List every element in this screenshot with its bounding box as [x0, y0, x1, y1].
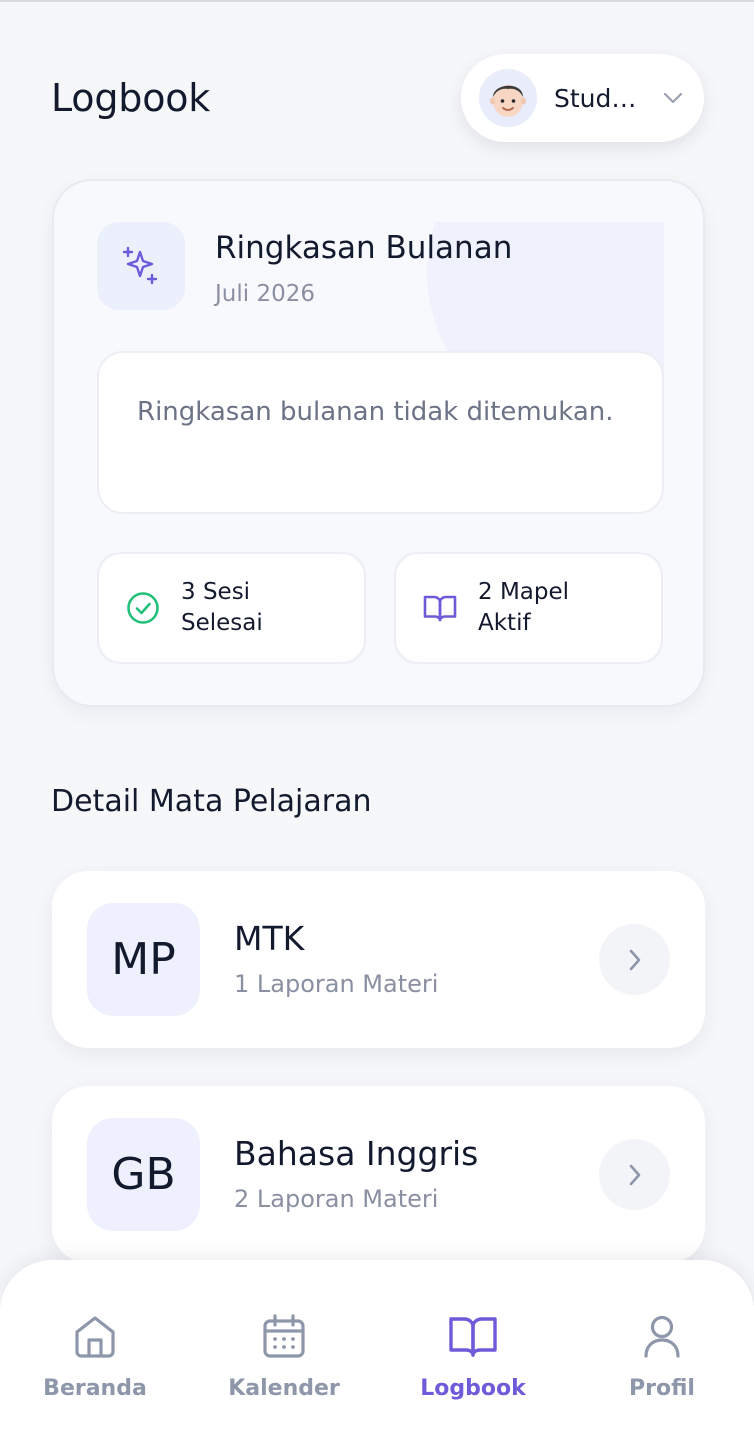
user-name: Stude... [554, 83, 646, 113]
subject-card-bahasa-inggris[interactable]: GB Bahasa Inggris 2 Laporan Materi [52, 1086, 705, 1263]
section-title: Detail Mata Pelajaran [51, 784, 372, 819]
nav-label: Logbook [420, 1376, 526, 1401]
stat-value: 3 Sesi [181, 579, 251, 605]
calendar-icon [258, 1310, 310, 1362]
check-circle-icon [123, 588, 163, 628]
subject-report-count: 1 Laporan Materi [234, 970, 439, 998]
top-divider [0, 0, 754, 2]
home-icon [69, 1310, 121, 1362]
nav-label: Kalender [228, 1376, 340, 1401]
stat-value: 2 Mapel [478, 579, 570, 605]
monthly-summary-card: Ringkasan Bulanan Juli 2026 Ringkasan bu… [52, 179, 705, 707]
empty-summary-box: Ringkasan bulanan tidak ditemukan. [97, 351, 664, 514]
bottom-navigation: Beranda Kalender Logbook Profil [0, 1260, 754, 1440]
nav-label: Beranda [43, 1376, 147, 1401]
subject-badge: GB [87, 1118, 200, 1231]
stat-caption: Aktif [478, 610, 531, 636]
nav-item-beranda[interactable]: Beranda [25, 1310, 165, 1401]
book-open-icon [420, 588, 460, 628]
subject-badge: MP [87, 903, 200, 1016]
stat-sessions-completed: 3 Sesi Selesai [97, 552, 366, 664]
chevron-right-icon[interactable] [599, 1139, 670, 1210]
stat-label: 3 Sesi Selesai [181, 577, 263, 639]
user-icon [636, 1310, 688, 1362]
stat-active-subjects: 2 Mapel Aktif [394, 552, 663, 664]
chevron-down-icon [662, 87, 684, 109]
stat-caption: Selesai [181, 610, 263, 636]
stat-label: 2 Mapel Aktif [478, 577, 569, 639]
book-open-icon [447, 1310, 499, 1362]
boy-avatar-icon [479, 69, 537, 127]
empty-summary-message: Ringkasan bulanan tidak ditemukan. [137, 397, 614, 427]
summary-content: Ringkasan Bulanan Juli 2026 Ringkasan bu… [97, 222, 664, 664]
nav-item-profil[interactable]: Profil [592, 1310, 732, 1401]
user-switcher-button[interactable]: Stude... [461, 54, 704, 142]
subject-card-mtk[interactable]: MP MTK 1 Laporan Materi [52, 871, 705, 1048]
sparkle-icon [97, 222, 185, 310]
nav-item-kalender[interactable]: Kalender [214, 1310, 354, 1401]
nav-label: Profil [629, 1376, 695, 1401]
subject-report-count: 2 Laporan Materi [234, 1185, 439, 1213]
nav-item-logbook[interactable]: Logbook [403, 1310, 543, 1401]
subject-name: MTK [234, 919, 305, 958]
summary-title: Ringkasan Bulanan [215, 230, 513, 266]
subject-name: Bahasa Inggris [234, 1134, 479, 1173]
page-title: Logbook [51, 76, 211, 120]
summary-month: Juli 2026 [215, 281, 315, 307]
chevron-right-icon[interactable] [599, 924, 670, 995]
